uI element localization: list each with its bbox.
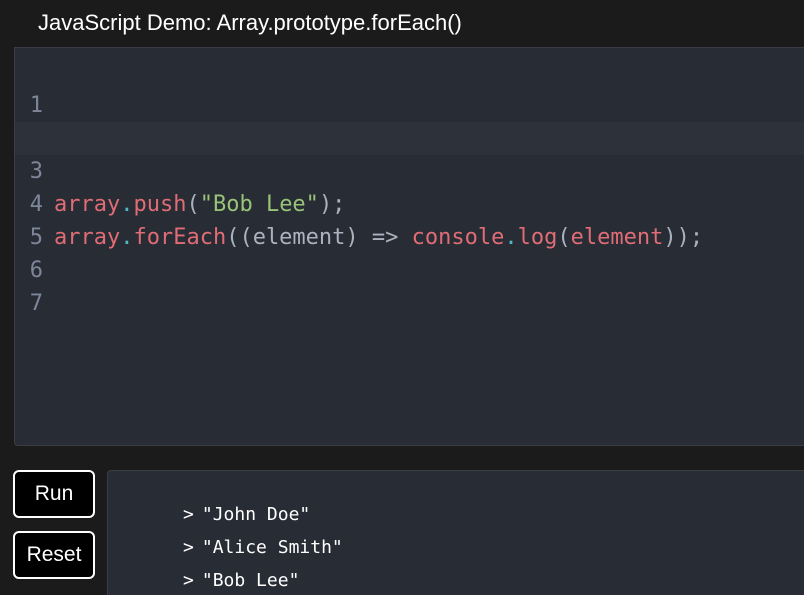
code-line-2[interactable]: 2: [15, 89, 804, 151]
playground: JavaScript Demo: Array.prototype.forEach…: [0, 0, 804, 595]
code-editor[interactable]: 1 const array = ["John Doe", "Alice Smit…: [14, 48, 804, 446]
console-line: > "Alice Smith": [118, 509, 343, 558]
console-message: "Bob Lee": [201, 570, 300, 591]
code-line-6[interactable]: 6: [15, 221, 804, 283]
code-line-4[interactable]: 4 array.forEach((element) => console.log…: [15, 155, 804, 250]
code-line-7[interactable]: 7: [15, 254, 804, 316]
header: JavaScript Demo: Array.prototype.forEach…: [14, 0, 804, 48]
code-line-5[interactable]: 5: [15, 188, 804, 250]
console-output: > "John Doe" > "Alice Smith" > "Bob Lee": [107, 470, 804, 595]
line-number: 7: [29, 291, 43, 316]
code-line-1[interactable]: 1 const array = ["John Doe", "Alice Smit…: [15, 56, 804, 151]
prompt-symbol: >: [183, 570, 194, 591]
console-line: > "John Doe": [118, 476, 310, 525]
reset-button[interactable]: Reset: [13, 531, 95, 579]
run-button[interactable]: Run: [13, 470, 95, 518]
console-line: > "Bob Lee": [118, 542, 299, 591]
code-line-3[interactable]: 3 array.push("Bob Lee");: [15, 122, 804, 217]
page-title: JavaScript Demo: Array.prototype.forEach…: [38, 10, 462, 35]
